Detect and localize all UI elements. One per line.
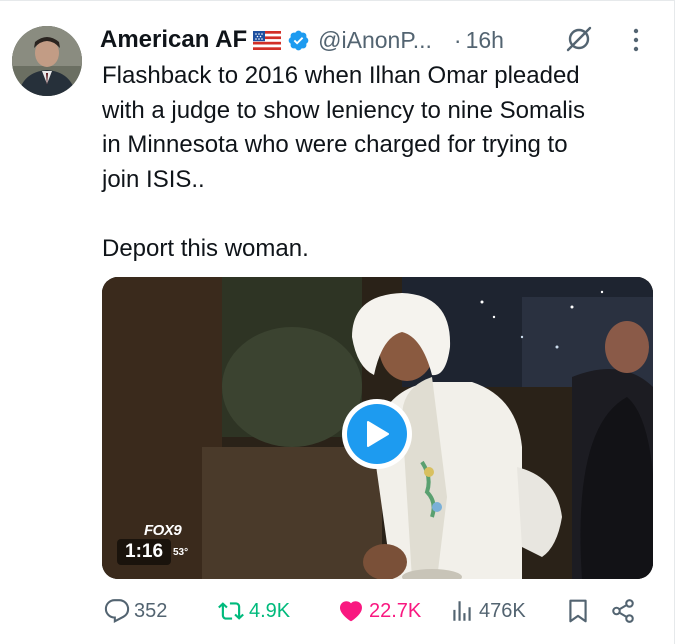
temperature-label: 53° (173, 547, 189, 558)
reply-icon (104, 599, 130, 624)
repost-button[interactable]: 4.9K (217, 593, 290, 629)
reply-count: 352 (134, 599, 168, 622)
more-options-icon[interactable] (630, 27, 642, 53)
tweet-card: American AF @iAnonP... · 16h Flashback t… (0, 0, 675, 644)
play-button[interactable] (342, 399, 412, 469)
author-handle[interactable]: @iAnonP... (318, 27, 432, 54)
views-button[interactable]: 476K (449, 593, 526, 629)
like-count: 22.7K (369, 599, 422, 622)
views-count: 476K (479, 599, 526, 622)
tweet-header: American AF @iAnonP... · 16h (100, 23, 504, 57)
broadcaster-logo: FOX9 (144, 522, 182, 539)
verified-badge-icon (287, 29, 310, 52)
separator-dot: · (453, 26, 462, 53)
bookmark-button[interactable] (567, 593, 593, 629)
video-duration: 1:16 (117, 539, 172, 565)
reply-button[interactable]: 352 (104, 593, 167, 629)
timestamp[interactable]: 16h (466, 27, 504, 54)
us-flag-icon (253, 30, 282, 50)
bookmark-icon (569, 599, 587, 623)
share-button[interactable] (610, 593, 640, 629)
play-icon (347, 404, 407, 464)
grok-icon[interactable] (565, 25, 593, 53)
like-button[interactable]: 22.7K (337, 593, 421, 629)
author-name[interactable]: American AF (100, 26, 247, 54)
avatar[interactable] (12, 26, 82, 96)
repost-count: 4.9K (249, 599, 291, 622)
heart-icon (340, 601, 362, 622)
repost-icon (218, 602, 244, 620)
analytics-icon (453, 601, 471, 621)
action-bar: 352 4.9K 22.7K 476K (0, 593, 675, 629)
tweet-text: Flashback to 2016 when Ilhan Omar pleade… (102, 62, 585, 262)
share-icon (612, 599, 634, 623)
